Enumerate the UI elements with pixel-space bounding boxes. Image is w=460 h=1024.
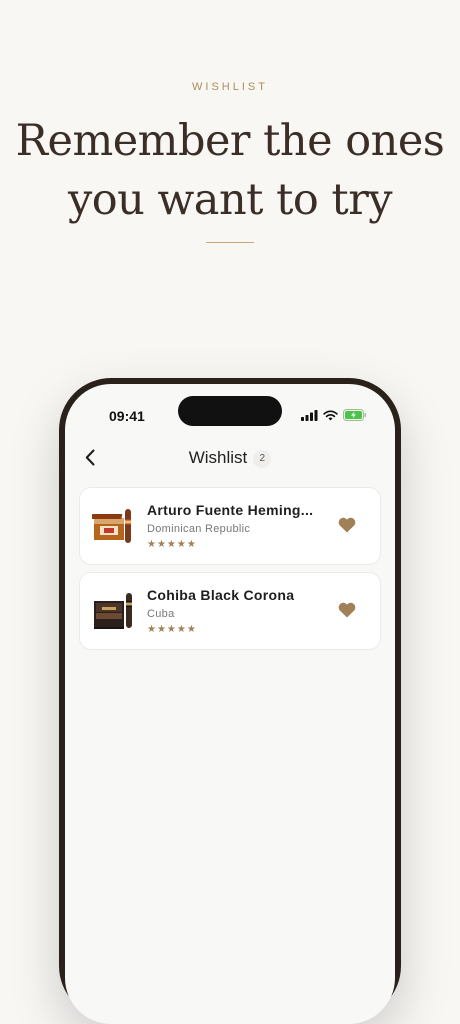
dynamic-island [178, 396, 282, 426]
item-rating-stars: ★★★★★ [147, 539, 197, 550]
status-time: 09:41 [109, 408, 145, 424]
cigar-box-image [92, 509, 131, 543]
cigar-box-image [94, 593, 132, 629]
page-headline: Remember the ones you want to try [0, 112, 460, 230]
cellular-signal-icon [301, 409, 318, 421]
status-icons [301, 408, 367, 422]
item-rating-stars: ★★★★★ [147, 624, 197, 635]
page-title: Wishlist [188, 448, 248, 467]
heart-icon[interactable] [338, 517, 356, 533]
item-origin: Dominican Republic [147, 523, 251, 535]
heart-icon[interactable] [338, 602, 356, 618]
wifi-icon [323, 409, 338, 420]
item-origin: Cuba [147, 608, 175, 620]
nav-title-bar: Wishlist 2 [65, 448, 395, 468]
divider [206, 242, 254, 243]
wishlist-item[interactable]: Arturo Fuente Heming... Dominican Republ… [79, 487, 381, 565]
wishlist-item[interactable]: Cohiba Black Corona Cuba ★★★★★ [79, 572, 381, 650]
headline-line-2: you want to try [67, 175, 393, 225]
eyebrow-label: WISHLIST [192, 81, 268, 93]
headline-line-1: Remember the ones [15, 116, 445, 166]
item-name: Cohiba Black Corona [147, 587, 295, 603]
phone-frame: 09:41 Wishlist 2 Arturo Fuente Heming...… [59, 378, 401, 1024]
item-name: Arturo Fuente Heming... [147, 502, 314, 518]
count-badge: 2 [253, 450, 272, 468]
battery-charging-icon [343, 409, 367, 421]
phone-screen: 09:41 Wishlist 2 Arturo Fuente Heming...… [65, 384, 395, 1024]
